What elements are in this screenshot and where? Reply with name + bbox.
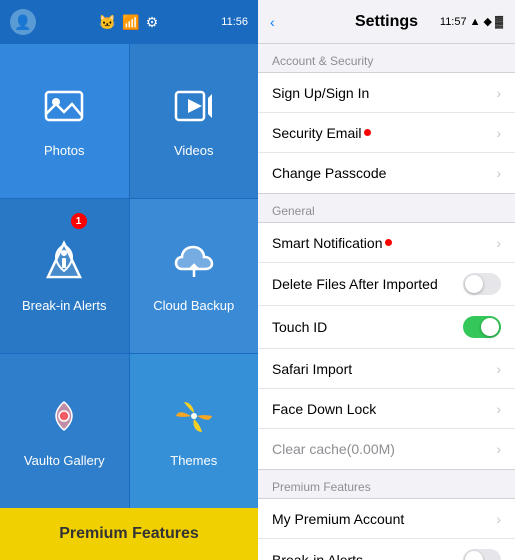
grid-cell-gallery[interactable]: Vaulto Gallery xyxy=(0,354,129,508)
toggle-knob xyxy=(465,275,483,293)
row-clear-cache[interactable]: Clear cache(0.00M) › xyxy=(258,429,515,469)
settings-group-general: Smart Notification › Delete Files After … xyxy=(258,222,515,470)
chevron-cache: › xyxy=(496,441,501,457)
settings-list: Account & Security Sign Up/Sign In › Sec… xyxy=(258,44,515,560)
status-icons-right: 11:57 ▲ ◆ ▓ xyxy=(440,15,503,28)
time-left: 11:56 xyxy=(221,16,248,28)
safari-label: Safari Import xyxy=(272,361,352,377)
smart-notification-label: Smart Notification xyxy=(272,235,392,251)
security-email-label: Security Email xyxy=(272,125,371,141)
wifi-icon-right: ◆ xyxy=(484,15,492,28)
signal-icon: ▲ xyxy=(470,16,481,28)
row-face-down[interactable]: Face Down Lock › xyxy=(258,389,515,429)
section-header-account: Account & Security xyxy=(258,44,515,72)
grid-cell-themes[interactable]: Themes xyxy=(130,354,259,508)
themes-icon xyxy=(172,394,216,447)
photos-label: Photos xyxy=(44,143,84,158)
settings-title: Settings xyxy=(355,13,418,31)
grid-cell-cloud[interactable]: Cloud Backup xyxy=(130,199,259,353)
toggle-knob-breakin xyxy=(465,551,483,560)
chevron-email: › xyxy=(496,125,501,141)
touch-id-label: Touch ID xyxy=(272,319,327,335)
section-header-premium: Premium Features xyxy=(258,470,515,498)
settings-group-account: Sign Up/Sign In › Security Email › Chang… xyxy=(258,72,515,194)
time-right: 11:57 xyxy=(440,16,467,28)
toggle-knob-touchid xyxy=(481,318,499,336)
chevron-passcode: › xyxy=(496,165,501,181)
row-safari[interactable]: Safari Import › xyxy=(258,349,515,389)
back-button[interactable]: ‹ xyxy=(270,14,275,30)
chevron-face-down: › xyxy=(496,401,501,417)
battery-icon: ▓ xyxy=(495,16,503,28)
cloud-icon xyxy=(172,239,216,292)
premium-account-label: My Premium Account xyxy=(272,511,404,527)
toggle-touch-id[interactable] xyxy=(463,316,501,338)
face-down-label: Face Down Lock xyxy=(272,401,376,417)
chevron-signup: › xyxy=(496,85,501,101)
wifi-icon: 📶 xyxy=(122,14,139,31)
left-panel: 👤 🐱 📶 ⚙ 11:56 Photos xyxy=(0,0,258,560)
clear-cache-label: Clear cache(0.00M) xyxy=(272,441,395,457)
toggle-breakin[interactable] xyxy=(463,549,501,560)
grid-cell-photos[interactable]: Photos xyxy=(0,44,129,198)
grid-cell-videos[interactable]: Videos xyxy=(130,44,259,198)
row-change-passcode[interactable]: Change Passcode › xyxy=(258,153,515,193)
passcode-label: Change Passcode xyxy=(272,165,386,181)
red-dot-notif xyxy=(385,239,392,246)
breakin-label: Break-in Alerts xyxy=(22,298,107,313)
section-header-general: General xyxy=(258,194,515,222)
chevron-notif: › xyxy=(496,235,501,251)
premium-label: Premium Features xyxy=(59,525,199,543)
settings-icon[interactable]: ⚙ xyxy=(146,14,159,31)
signup-label: Sign Up/Sign In xyxy=(272,85,369,101)
videos-label: Videos xyxy=(174,143,214,158)
gallery-label: Vaulto Gallery xyxy=(24,453,105,468)
videos-icon xyxy=(172,84,216,137)
grid-cell-breakin[interactable]: 1 Break-in Alerts xyxy=(0,199,129,353)
avatar: 👤 xyxy=(10,9,36,35)
row-smart-notification[interactable]: Smart Notification › xyxy=(258,223,515,263)
cloud-label: Cloud Backup xyxy=(153,298,234,313)
header-icons: 🐱 📶 ⚙ xyxy=(99,14,158,31)
row-premium-account[interactable]: My Premium Account › xyxy=(258,499,515,539)
row-security-email[interactable]: Security Email › xyxy=(258,113,515,153)
status-icons-left: 11:56 xyxy=(221,16,248,28)
row-signup[interactable]: Sign Up/Sign In › xyxy=(258,73,515,113)
left-header: 👤 🐱 📶 ⚙ 11:56 xyxy=(0,0,258,44)
row-touch-id: Touch ID xyxy=(258,306,515,349)
row-delete-files: Delete Files After Imported xyxy=(258,263,515,306)
red-dot-email xyxy=(364,129,371,136)
chevron-left-icon: ‹ xyxy=(270,14,275,30)
badge-breakin: 1 xyxy=(71,213,87,229)
settings-group-premium: My Premium Account › Break-in Alerts Sec… xyxy=(258,498,515,560)
row-breakin-alerts: Break-in Alerts xyxy=(258,539,515,560)
themes-label: Themes xyxy=(170,453,217,468)
right-panel: ‹ Settings 11:57 ▲ ◆ ▓ Account & Securit… xyxy=(258,0,515,560)
toggle-delete-files[interactable] xyxy=(463,273,501,295)
photos-icon xyxy=(42,84,86,137)
chevron-safari: › xyxy=(496,361,501,377)
right-header: ‹ Settings 11:57 ▲ ◆ ▓ xyxy=(258,0,515,44)
cat-icon: 🐱 xyxy=(99,14,116,31)
breakin-alerts-label: Break-in Alerts xyxy=(272,552,363,560)
delete-files-label: Delete Files After Imported xyxy=(272,276,438,292)
gallery-icon xyxy=(42,394,86,447)
app-grid: Photos Videos 1 xyxy=(0,44,258,508)
breakin-icon xyxy=(42,239,86,292)
premium-bar[interactable]: Premium Features xyxy=(0,508,258,560)
chevron-premium-account: › xyxy=(496,511,501,527)
